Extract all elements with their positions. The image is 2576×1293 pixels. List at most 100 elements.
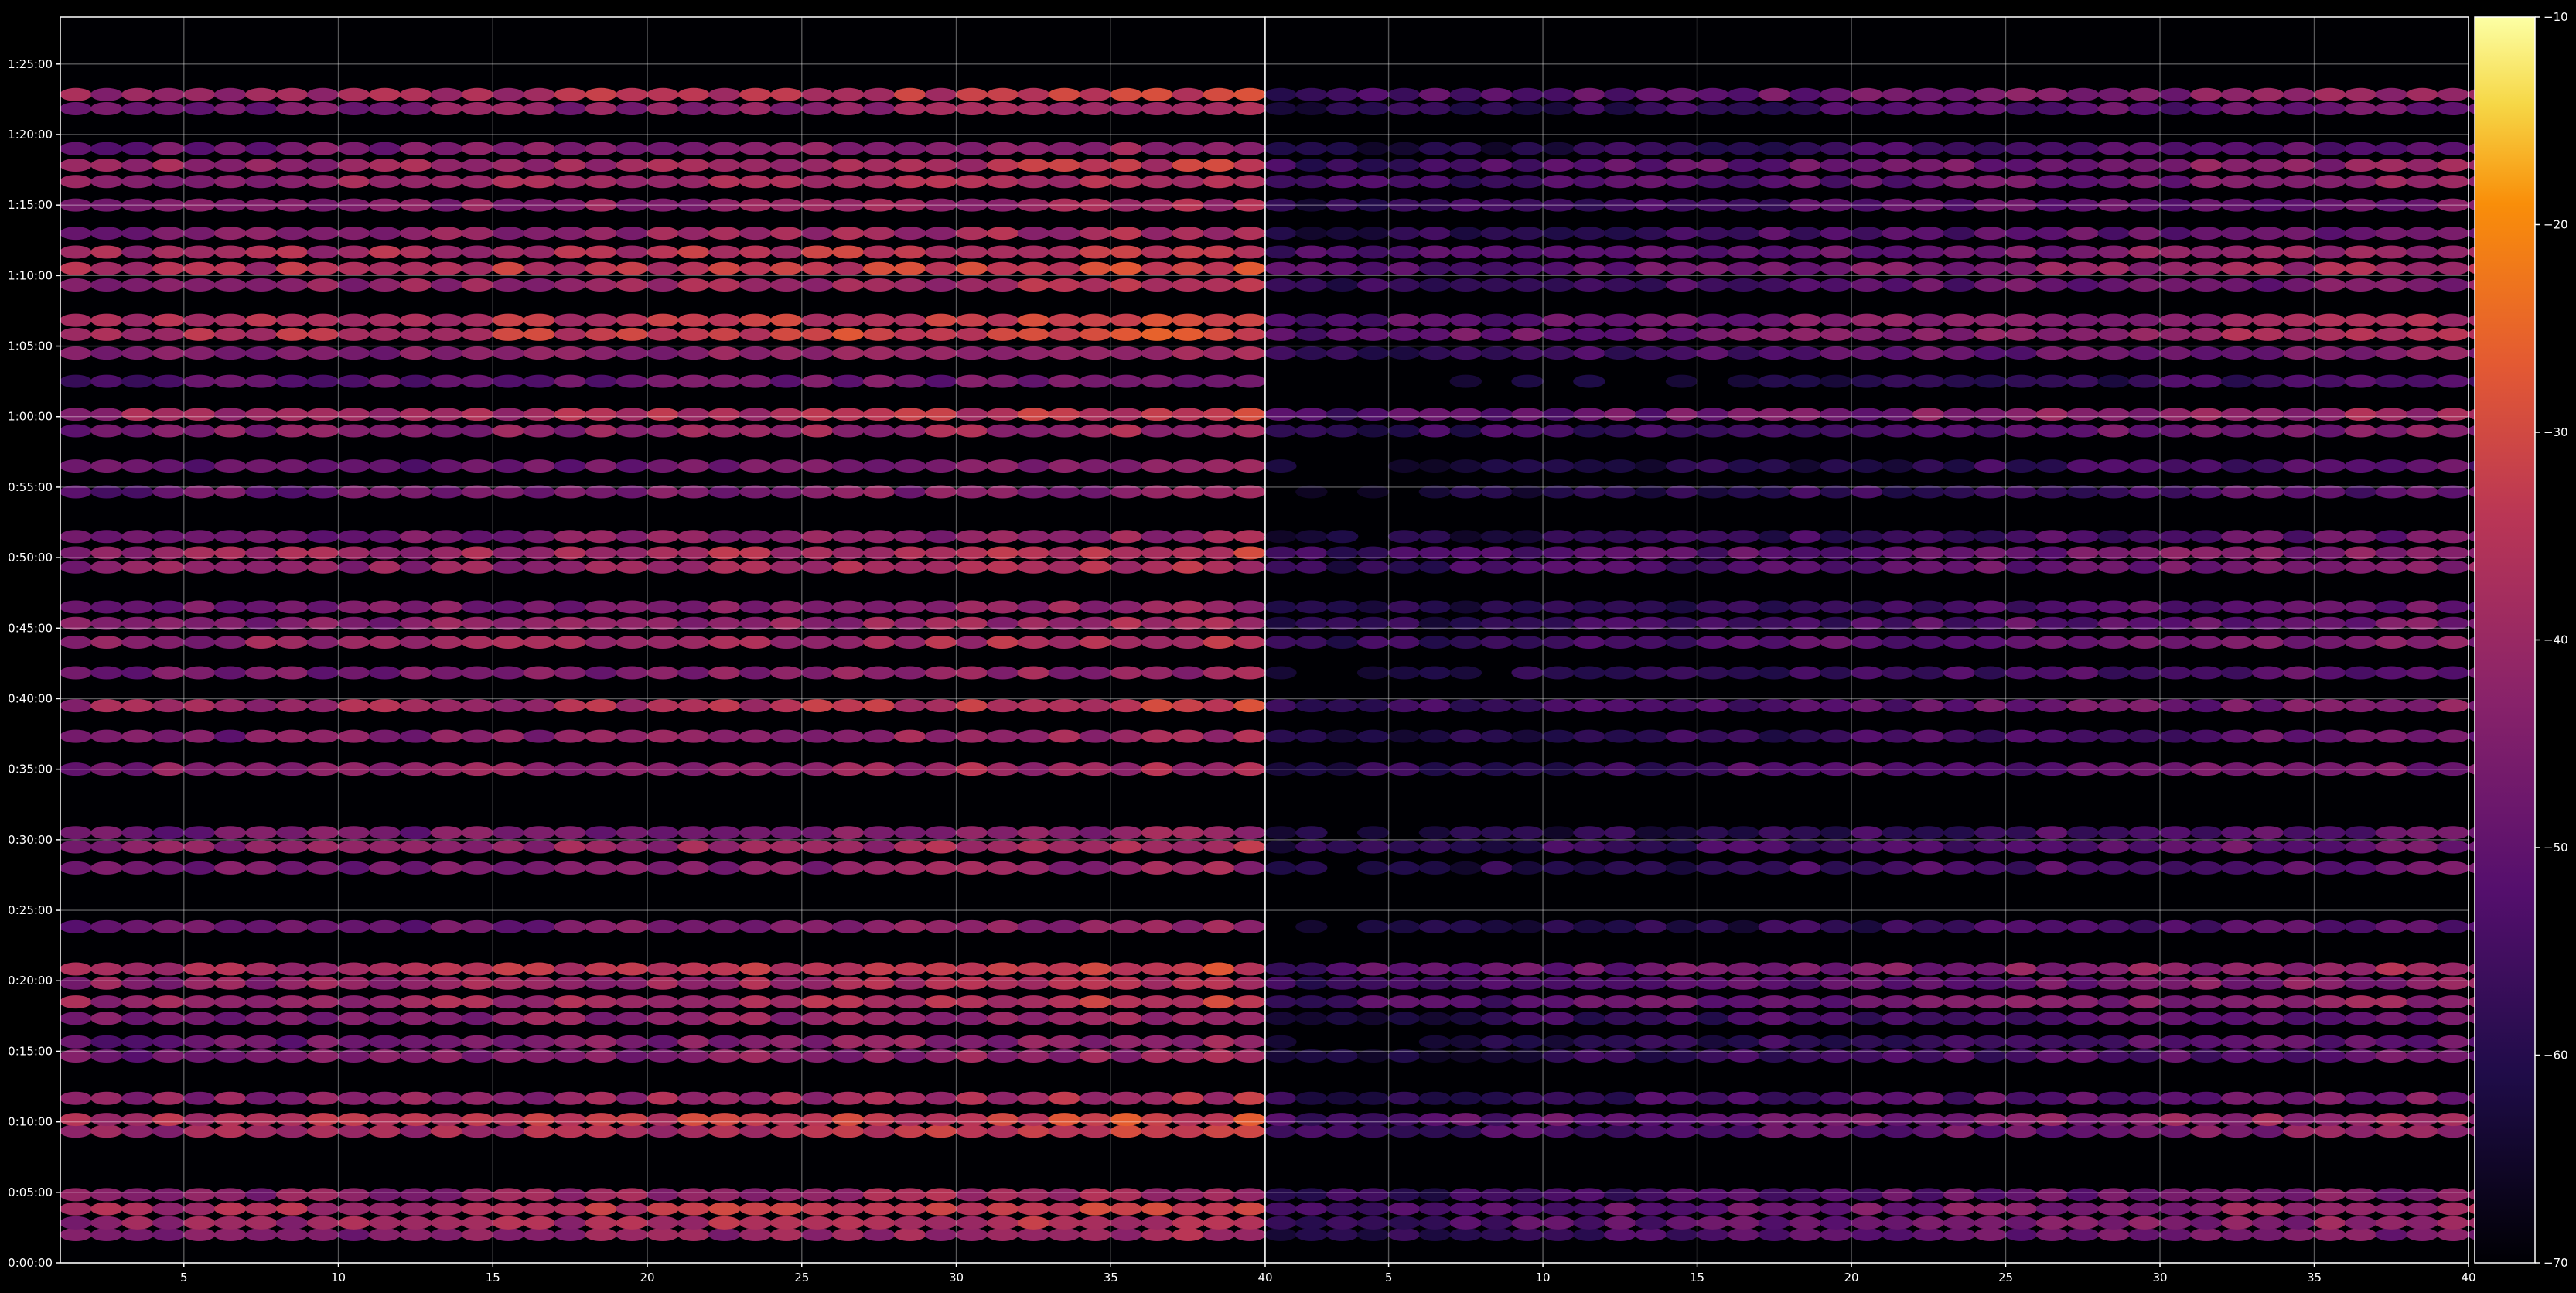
heatmap-cell xyxy=(1017,1012,1050,1025)
heatmap-cell xyxy=(60,278,92,292)
heatmap-cell xyxy=(337,158,370,172)
heatmap-cell xyxy=(492,919,525,933)
heatmap-cell xyxy=(2066,313,2100,327)
heatmap-cell xyxy=(2251,1035,2284,1049)
heatmap-cell xyxy=(244,313,278,327)
heatmap-cell xyxy=(1480,976,1513,990)
heatmap-cell xyxy=(1634,1012,1667,1025)
heatmap-cell xyxy=(1017,976,1050,990)
heatmap-cell xyxy=(152,861,185,875)
heatmap-cell xyxy=(2282,313,2315,327)
heatmap-cell xyxy=(1943,1124,1976,1138)
heatmap-cell xyxy=(2035,424,2069,438)
heatmap-cell xyxy=(1264,87,1297,101)
heatmap-cell xyxy=(1912,346,1945,360)
heatmap-cell xyxy=(523,861,555,875)
heatmap-cell xyxy=(1203,327,1235,341)
heatmap-cell xyxy=(275,560,309,574)
heatmap-cell xyxy=(2375,861,2408,875)
heatmap-cell xyxy=(647,245,679,259)
heatmap-cell xyxy=(1573,87,1605,101)
heatmap-cell xyxy=(399,600,432,614)
heatmap-cell xyxy=(1387,600,1421,614)
heatmap-cell xyxy=(708,245,741,259)
heatmap-cell xyxy=(275,1216,309,1230)
heatmap-cell xyxy=(1079,261,1112,275)
heatmap-cell xyxy=(1295,327,1328,341)
heatmap-cell xyxy=(90,278,123,292)
heatmap-cell xyxy=(2128,142,2161,155)
heatmap-cell xyxy=(183,1113,216,1127)
heatmap-cell xyxy=(337,1124,370,1138)
heatmap-cell xyxy=(924,995,957,1009)
heatmap-cell xyxy=(677,1228,710,1242)
heatmap-cell xyxy=(1295,1202,1328,1216)
heatmap-cell xyxy=(739,346,772,360)
heatmap-cell xyxy=(2221,346,2254,360)
heatmap-cell xyxy=(2375,102,2408,116)
heatmap-cell xyxy=(60,976,92,990)
heatmap-cell xyxy=(1480,861,1513,875)
heatmap-cell xyxy=(2313,962,2346,976)
heatmap-cell xyxy=(1079,245,1112,259)
heatmap-cell xyxy=(2251,1113,2284,1127)
heatmap-cell xyxy=(2251,840,2284,854)
heatmap-cell xyxy=(1172,1216,1204,1230)
heatmap-cell xyxy=(306,346,339,360)
heatmap-cell xyxy=(2066,1188,2100,1202)
heatmap-cell xyxy=(924,861,957,875)
heatmap-cell xyxy=(1141,102,1173,116)
heatmap-cell xyxy=(800,636,834,650)
heatmap-cell xyxy=(121,278,154,292)
heatmap-cell xyxy=(1634,327,1667,341)
heatmap-cell xyxy=(1079,408,1112,421)
heatmap-cell xyxy=(1634,102,1667,116)
heatmap-cell xyxy=(554,1091,586,1105)
y-tick-label: 0:45:00 xyxy=(8,621,53,635)
x-tick-label: 30 xyxy=(2152,1271,2167,1284)
heatmap-cell xyxy=(399,1228,432,1242)
heatmap-cell xyxy=(1511,636,1544,650)
heatmap-cell xyxy=(1882,346,1914,360)
heatmap-cell xyxy=(1758,424,1791,438)
heatmap-cell xyxy=(60,374,92,388)
heatmap-cell xyxy=(1820,729,1852,743)
heatmap-cell xyxy=(1634,919,1667,933)
heatmap-cell xyxy=(1048,1113,1081,1127)
heatmap-cell xyxy=(523,699,555,713)
heatmap-cell xyxy=(2190,976,2223,990)
heatmap-cell xyxy=(523,102,555,116)
heatmap-cell xyxy=(213,861,247,875)
heatmap-cell xyxy=(2251,560,2284,574)
heatmap-cell xyxy=(800,102,834,116)
heatmap-cell xyxy=(399,666,432,680)
heatmap-cell xyxy=(152,374,185,388)
heatmap-cell xyxy=(1604,729,1636,743)
heatmap-cell xyxy=(1511,919,1544,933)
heatmap-cell xyxy=(2066,729,2100,743)
heatmap-cell xyxy=(893,459,926,473)
heatmap-cell xyxy=(2282,1216,2315,1230)
heatmap-cell xyxy=(2128,1012,2161,1025)
heatmap-cell xyxy=(1943,327,1976,341)
heatmap-cell xyxy=(1418,1228,1452,1242)
heatmap-cell xyxy=(1017,374,1050,388)
heatmap-cell xyxy=(1696,424,1729,438)
heatmap-cell xyxy=(1851,1202,1883,1216)
heatmap-cell xyxy=(1789,1012,1821,1025)
heatmap-cell xyxy=(1665,699,1698,713)
heatmap-cell xyxy=(90,995,123,1009)
heatmap-cell xyxy=(1326,600,1359,614)
heatmap-cell xyxy=(337,600,370,614)
heatmap-cell xyxy=(1974,408,2007,421)
heatmap-cell xyxy=(430,962,463,976)
heatmap-cell xyxy=(1943,142,1976,155)
heatmap-cell xyxy=(1264,158,1297,172)
heatmap-cell xyxy=(1295,699,1328,713)
heatmap-cell xyxy=(1542,1012,1575,1025)
heatmap-cell xyxy=(585,995,617,1009)
heatmap-cell xyxy=(554,245,586,259)
heatmap-cell xyxy=(708,976,741,990)
heatmap-cell xyxy=(2159,1228,2192,1242)
heatmap-cell xyxy=(1233,1124,1266,1138)
